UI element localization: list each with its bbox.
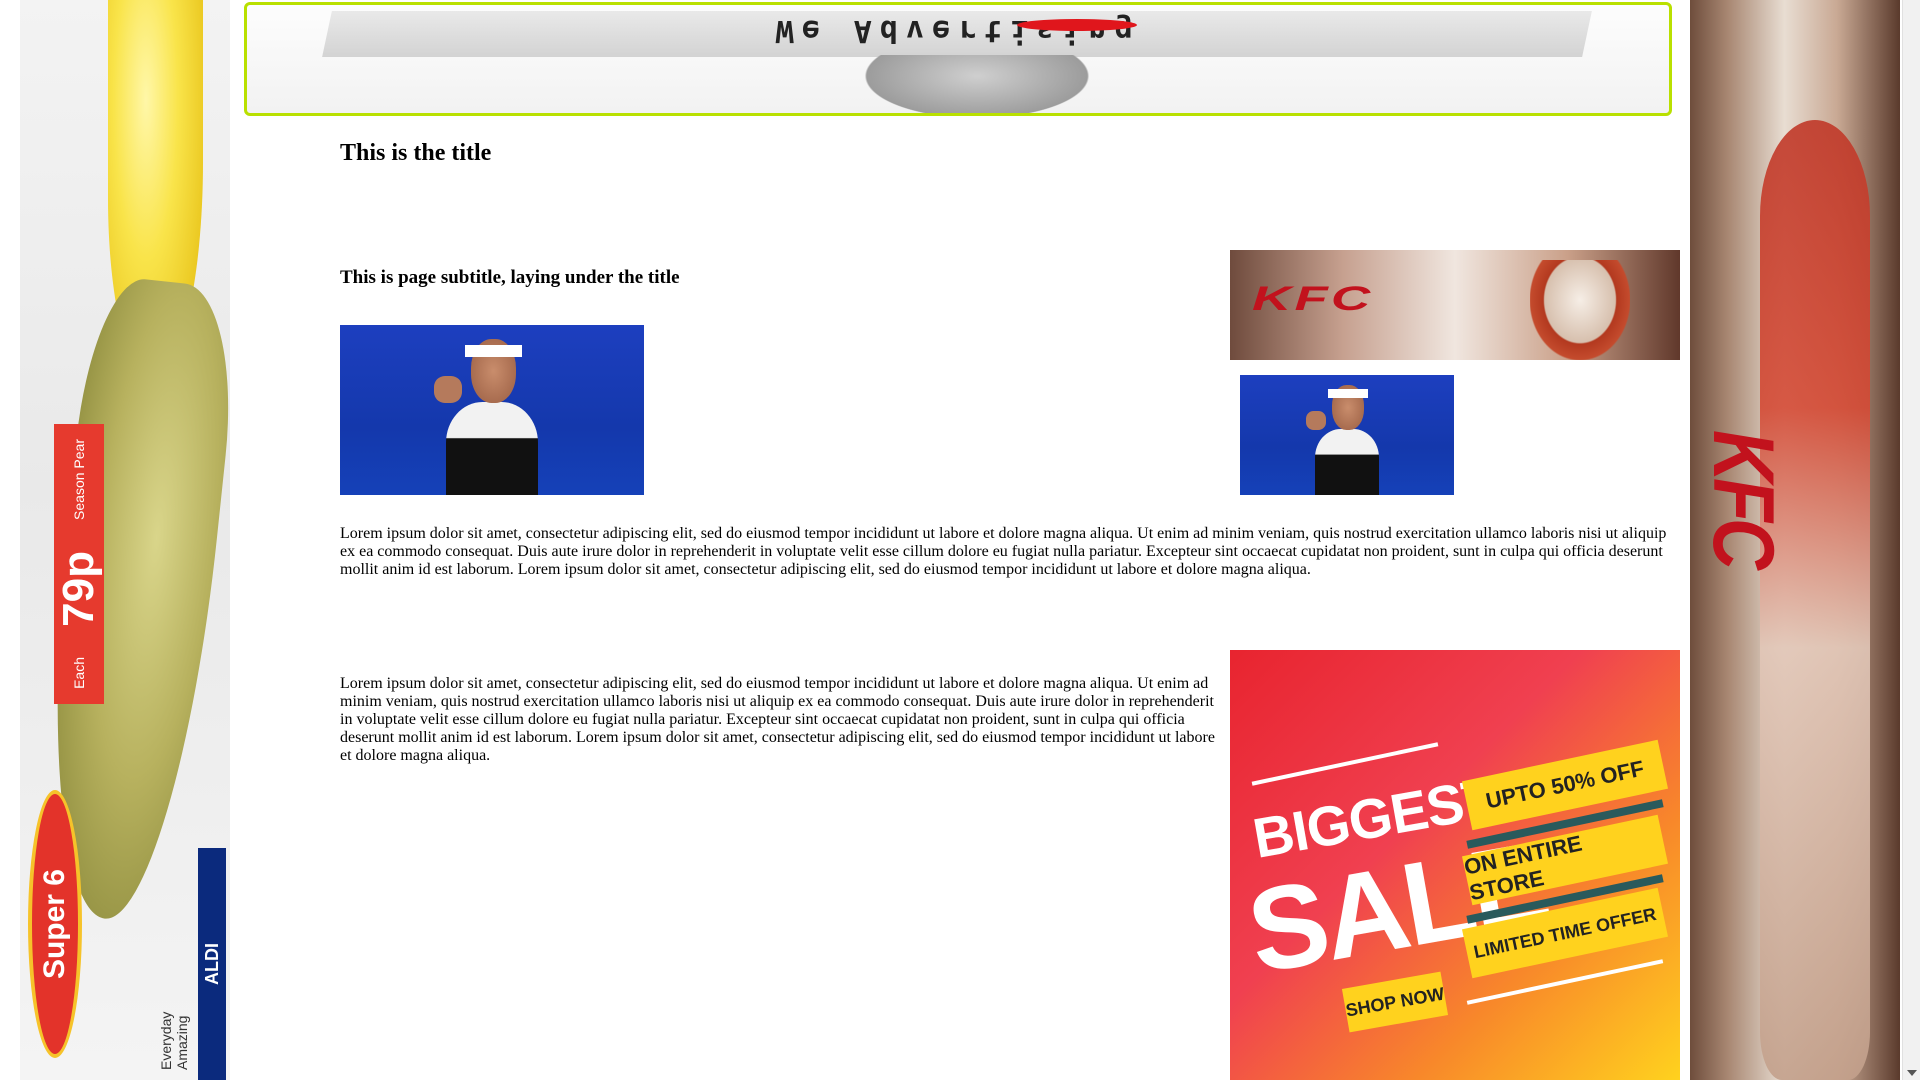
player-fist bbox=[1306, 411, 1326, 431]
rooster-image bbox=[1760, 120, 1870, 1080]
body-paragraph-2: Lorem ipsum dolor sit amet, consectetur … bbox=[340, 675, 1215, 764]
vertical-scrollbar[interactable] bbox=[1902, 0, 1920, 1080]
sale-banner-ad[interactable]: BIGGEST SALE UPTO 50% OFF ON ENTIRE STOR… bbox=[1230, 650, 1680, 1080]
page-subtitle: This is page subtitle, laying under the … bbox=[340, 267, 680, 288]
kfc-banner-ad[interactable]: KFC bbox=[1230, 250, 1680, 360]
player-body bbox=[446, 401, 538, 495]
tennis-player-image bbox=[340, 325, 644, 495]
everyday-amazing-label: Everyday Amazing bbox=[158, 1011, 190, 1070]
price-unit: Each bbox=[71, 656, 87, 689]
tennis-player-thumbnail bbox=[1240, 375, 1454, 495]
player-body bbox=[1314, 429, 1380, 495]
top-banner-ad[interactable]: We Advertising bbox=[244, 2, 1672, 116]
price-value: 79p bbox=[54, 550, 103, 627]
kfc-logo: KFC bbox=[1695, 430, 1791, 566]
sale-offer-1: UPTO 50% OFF bbox=[1461, 739, 1669, 831]
kfc-banner-logo: KFC bbox=[1252, 280, 1374, 318]
super-six-badge: Super 6 bbox=[28, 790, 82, 1058]
player-fist bbox=[434, 376, 462, 404]
heart-icon bbox=[1017, 19, 1137, 31]
super-six-label: Super 6 bbox=[38, 868, 71, 980]
figure-image bbox=[847, 55, 1107, 113]
banner-text: We Advertising bbox=[775, 13, 1141, 48]
player-headband bbox=[464, 345, 523, 358]
player-headband bbox=[1327, 389, 1369, 398]
price-tag: Season Pear 79p Each bbox=[54, 424, 104, 704]
price-label: Season Pear bbox=[71, 439, 87, 521]
aldi-logo-text: ALDI bbox=[201, 943, 222, 985]
left-side-ad[interactable]: Season Pear 79p Each Super 6 Everyday Am… bbox=[20, 0, 230, 1080]
aldi-logo: ALDI bbox=[198, 848, 226, 1080]
page-title: This is the title bbox=[340, 140, 492, 166]
body-paragraph-1: Lorem ipsum dolor sit amet, consectetur … bbox=[340, 525, 1667, 578]
scroll-down-arrow-icon[interactable] bbox=[1907, 1070, 1917, 1076]
hen-image bbox=[1530, 260, 1630, 360]
right-side-ad[interactable]: KFC bbox=[1690, 0, 1900, 1080]
